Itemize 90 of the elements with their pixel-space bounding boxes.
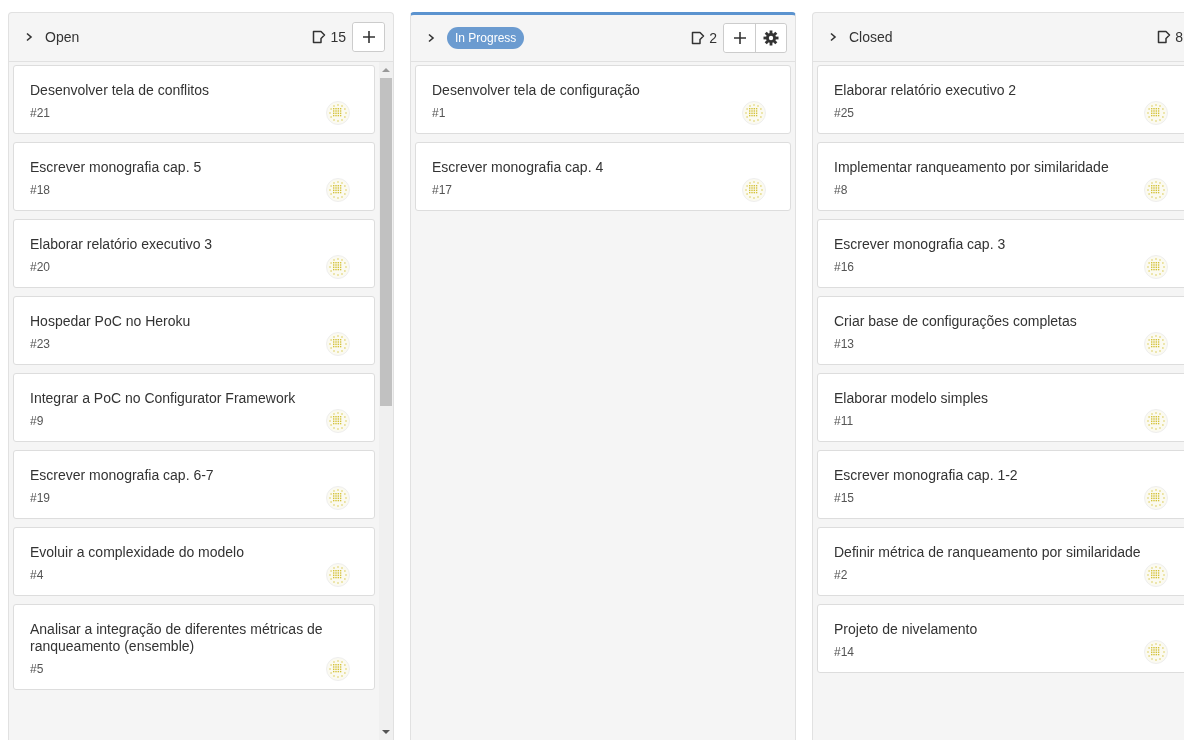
- issue-number: #15: [834, 491, 855, 505]
- chevron-icon[interactable]: [25, 32, 33, 42]
- issue-number: #18: [30, 183, 51, 197]
- issue-number: #20: [30, 260, 51, 274]
- avatar-icon: [1144, 409, 1168, 433]
- plus-icon: [732, 31, 747, 45]
- avatar-icon: [326, 101, 350, 125]
- card-title: Elaborar relatório executivo 2: [834, 82, 1018, 99]
- issue-card[interactable]: Escrever monografia cap. 6-7 #19: [13, 450, 375, 519]
- avatar-icon: [326, 563, 350, 587]
- card-title: Elaborar relatório executivo 3: [30, 236, 214, 253]
- card-count: 8: [1175, 29, 1183, 45]
- card-title: Desenvolver tela de configuração: [432, 82, 641, 99]
- card-count: 2: [709, 30, 717, 46]
- avatar-icon: [326, 332, 350, 356]
- issue-number: #2: [834, 568, 848, 582]
- avatar-icon: [1144, 332, 1168, 356]
- avatar-icon: [742, 101, 766, 125]
- card-title: Analisar a integração de diferentes métricas de ranqueamento (ensemble): [30, 621, 324, 655]
- issue-number: #4: [30, 568, 44, 582]
- issue-number: #1: [432, 106, 446, 120]
- column-title: Open: [45, 29, 80, 45]
- issue-number: #8: [834, 183, 848, 197]
- issue-card[interactable]: Elaborar relatório executivo 3 #20: [13, 219, 375, 288]
- card-title: Escrever monografia cap. 5: [30, 159, 203, 176]
- issue-card[interactable]: Elaborar relatório executivo 2 #25: [817, 65, 1184, 134]
- avatar-icon: [1144, 255, 1168, 279]
- issue-card[interactable]: Definir métrica de ranqueamento por similaridade #2: [817, 527, 1184, 596]
- avatar-icon: [326, 178, 350, 202]
- card-title: Escrever monografia cap. 6-7: [30, 467, 215, 484]
- avatar-icon: [326, 486, 350, 510]
- avatar-icon: [326, 657, 350, 681]
- issue-card[interactable]: Escrever monografia cap. 5 #18: [13, 142, 375, 211]
- chevron-icon[interactable]: [427, 33, 435, 43]
- issue-number: #11: [834, 414, 854, 428]
- avatar-icon: [1144, 178, 1168, 202]
- card-count-icon: [312, 30, 327, 44]
- issue-card[interactable]: Analisar a integração de diferentes métricas de ranqueamento (ensemble) #5: [13, 604, 375, 690]
- issue-card[interactable]: Hospedar PoC no Heroku #23: [13, 296, 375, 365]
- plus-icon: [361, 30, 376, 44]
- add-button[interactable]: [353, 23, 384, 51]
- avatar-icon: [1144, 486, 1168, 510]
- issue-card[interactable]: Desenvolver tela de configuração #1: [415, 65, 791, 134]
- avatar-icon: [742, 178, 766, 202]
- card-count: 15: [330, 29, 346, 45]
- chevron-icon[interactable]: [829, 32, 837, 42]
- card-title: Criar base de configurações completas: [834, 313, 1078, 330]
- issue-number: #17: [432, 183, 453, 197]
- card-title: Hospedar PoC no Heroku: [30, 313, 192, 330]
- issue-number: #23: [30, 337, 51, 351]
- card-title: Definir métrica de ranqueamento por similaridade: [834, 544, 1142, 561]
- card-title: Escrever monografia cap. 3: [834, 236, 1007, 253]
- card-title: Escrever monografia cap. 1-2: [834, 467, 1019, 484]
- avatar-icon: [1144, 563, 1168, 587]
- avatar-icon: [1144, 101, 1168, 125]
- issue-card[interactable]: Criar base de configurações completas #13: [817, 296, 1184, 365]
- issue-number: #14: [834, 645, 855, 659]
- scrollbar[interactable]: [379, 62, 393, 740]
- card-title: Integrar a PoC no Configurator Framework: [30, 390, 297, 407]
- card-title: Desenvolver tela de conflitos: [30, 82, 210, 99]
- issue-number: #13: [834, 337, 855, 351]
- issue-number: #16: [834, 260, 855, 274]
- settings-button[interactable]: [755, 24, 786, 52]
- issue-number: #21: [30, 106, 51, 120]
- issue-card[interactable]: Evoluir a complexidade do modelo #4: [13, 527, 375, 596]
- issue-card[interactable]: Elaborar modelo simples #11: [817, 373, 1184, 442]
- issue-number: #19: [30, 491, 51, 505]
- column-title: In Progress: [447, 27, 525, 49]
- card-count-icon: [1157, 30, 1172, 44]
- card-title: Elaborar modelo simples: [834, 390, 990, 407]
- avatar-icon: [326, 255, 350, 279]
- card-title: Projeto de nivelamento: [834, 621, 979, 638]
- issue-card[interactable]: Integrar a PoC no Configurator Framework #9: [13, 373, 375, 442]
- card-title: Implementar ranqueamento por similaridade: [834, 159, 1110, 176]
- issue-card[interactable]: Implementar ranqueamento por similaridade #8: [817, 142, 1184, 211]
- avatar-icon: [326, 409, 350, 433]
- card-title: Evoluir a complexidade do modelo: [30, 544, 245, 561]
- issue-card[interactable]: Escrever monografia cap. 4 #17: [415, 142, 791, 211]
- issue-card[interactable]: Escrever monografia cap. 1-2 #15: [817, 450, 1184, 519]
- issue-card[interactable]: Escrever monografia cap. 3 #16: [817, 219, 1184, 288]
- issue-card[interactable]: Projeto de nivelamento #14: [817, 604, 1184, 673]
- issue-number: #25: [834, 106, 855, 120]
- issue-card[interactable]: Desenvolver tela de conflitos #21: [13, 65, 375, 134]
- column-title: Closed: [849, 29, 893, 45]
- issue-number: #9: [30, 414, 44, 428]
- card-count-icon: [691, 31, 706, 45]
- issue-number: #5: [30, 662, 44, 676]
- card-title: Escrever monografia cap. 4: [432, 159, 605, 176]
- gear-icon: [763, 30, 779, 46]
- avatar-icon: [1144, 640, 1168, 664]
